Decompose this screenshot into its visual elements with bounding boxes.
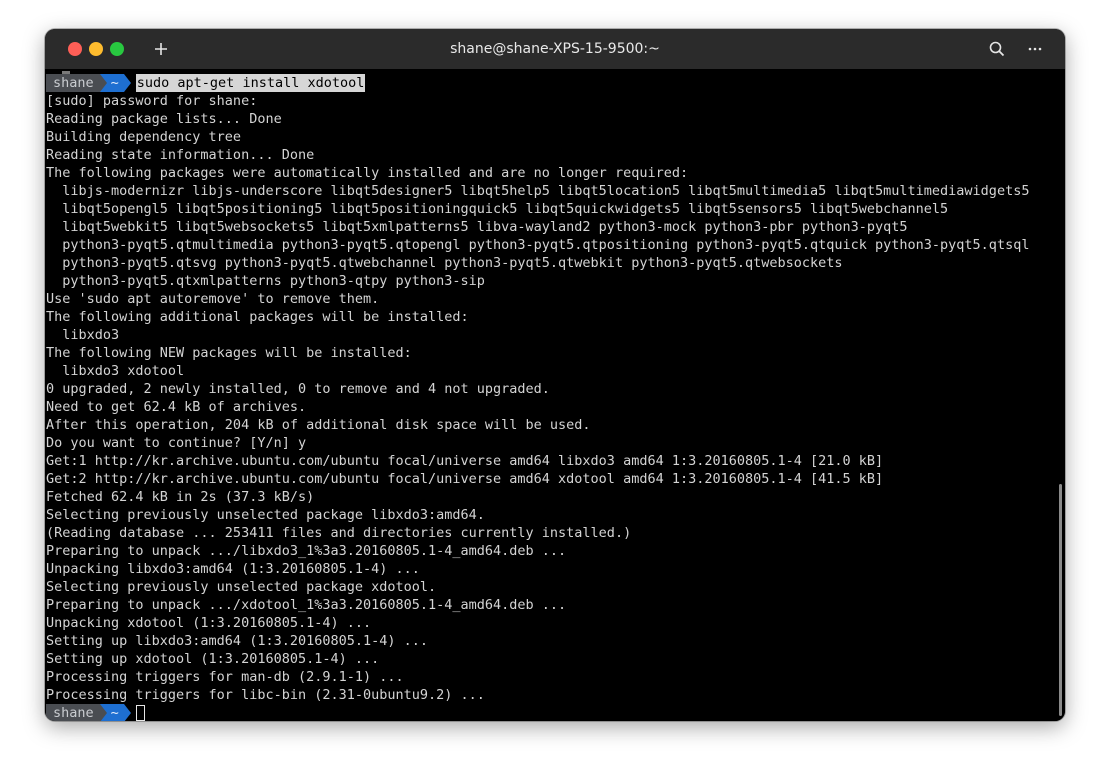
output-line: Selecting previously unselected package …: [46, 579, 437, 595]
prompt-separator: [99, 74, 107, 92]
plus-icon: [155, 43, 167, 55]
output-line: Setting up xdotool (1:3.20160805.1-4) ..…: [46, 651, 380, 667]
output-line: Building dependency tree: [46, 129, 242, 145]
output-line: python3-pyqt5.qtxmlpatterns python3-qtpy…: [46, 273, 485, 289]
output-line: The following packages were automaticall…: [46, 165, 689, 181]
output-line: Reading package lists... Done: [46, 111, 282, 127]
prompt-line: shane ~ sudo apt-get install xdotool: [46, 74, 1029, 92]
output-line: The following additional packages will b…: [46, 309, 469, 325]
output-line: Reading state information... Done: [46, 147, 315, 163]
close-button[interactable]: [68, 42, 82, 56]
output-line: Need to get 62.4 kB of archives.: [46, 399, 307, 415]
output-line: Processing triggers for libc-bin (2.31-0…: [46, 687, 485, 703]
output-line: python3-pyqt5.qtmultimedia python3-pyqt5…: [46, 237, 1030, 253]
output-line: 0 upgraded, 2 newly installed, 0 to remo…: [46, 381, 550, 397]
output-line: libxdo3 xdotool: [46, 363, 185, 379]
search-button[interactable]: [988, 40, 1006, 58]
output-line: [sudo] password for shane:: [46, 93, 258, 109]
search-icon: [989, 41, 1005, 57]
output-line: Setting up libxdo3:amd64 (1:3.20160805.1…: [46, 633, 429, 649]
text-cursor: [135, 705, 145, 721]
prompt-user: shane: [46, 74, 100, 92]
title-bar[interactable]: shane@shane-XPS-15-9500:~: [45, 29, 1065, 69]
output-line: Unpacking libxdo3:amd64 (1:3.20160805.1-…: [46, 561, 420, 577]
output-line: The following NEW packages will be insta…: [46, 345, 412, 361]
output-line: Selecting previously unselected package …: [46, 507, 485, 523]
prompt-user: shane: [46, 704, 100, 721]
output-line: Use 'sudo apt autoremove' to remove them…: [46, 291, 380, 307]
current-prompt-line[interactable]: shane ~: [46, 704, 1029, 721]
scrollbar[interactable]: [1059, 484, 1062, 716]
output-line: Get:1 http://kr.archive.ubuntu.com/ubunt…: [46, 453, 884, 469]
terminal-lines: shane ~ sudo apt-get install xdotool [su…: [46, 74, 1029, 721]
output-line: Get:2 http://kr.archive.ubuntu.com/ubunt…: [46, 471, 884, 487]
more-horizontal-icon: [1028, 47, 1042, 51]
output-line: Unpacking xdotool (1:3.20160805.1-4) ...: [46, 615, 372, 631]
output-line: Preparing to unpack .../libxdo3_1%3a3.20…: [46, 543, 567, 559]
maximize-button[interactable]: [110, 42, 124, 56]
prompt-separator: [99, 704, 107, 721]
window-title: shane@shane-XPS-15-9500:~: [450, 41, 660, 57]
prompt-separator: [123, 74, 131, 92]
prompt-dir: ~: [106, 704, 124, 721]
minimize-button[interactable]: [89, 42, 103, 56]
command-text: sudo apt-get install xdotool: [135, 74, 366, 92]
output-line: After this operation, 204 kB of addition…: [46, 417, 591, 433]
output-line: libqt5webkit5 libqt5websockets5 libqt5xm…: [46, 219, 908, 235]
output-line: Do you want to continue? [Y/n] y: [46, 435, 307, 451]
menu-button[interactable]: [1023, 37, 1047, 61]
output-line: (Reading database ... 253411 files and d…: [46, 525, 632, 541]
output-line: Preparing to unpack .../xdotool_1%3a3.20…: [46, 597, 567, 613]
output-line: libjs-modernizr libjs-underscore libqt5d…: [46, 183, 1030, 199]
output-line: libxdo3: [46, 327, 120, 343]
output-line: Processing triggers for man-db (2.9.1-1)…: [46, 669, 404, 685]
output-line: libqt5opengl5 libqt5positioning5 libqt5p…: [46, 201, 949, 217]
output-line: python3-pyqt5.qtsvg python3-pyqt5.qtwebc…: [46, 255, 843, 271]
prompt-separator: [123, 704, 131, 721]
terminal-output[interactable]: shane ~ sudo apt-get install xdotool [su…: [45, 69, 1065, 721]
new-tab-button[interactable]: [149, 37, 173, 61]
command-output: [sudo] password for shane: Reading packag…: [46, 92, 1029, 704]
terminal-window: shane@shane-XPS-15-9500:~ shane ~ sudo a…: [45, 29, 1065, 721]
output-line: Fetched 62.4 kB in 2s (37.3 kB/s): [46, 489, 315, 505]
prompt-dir: ~: [106, 74, 124, 92]
